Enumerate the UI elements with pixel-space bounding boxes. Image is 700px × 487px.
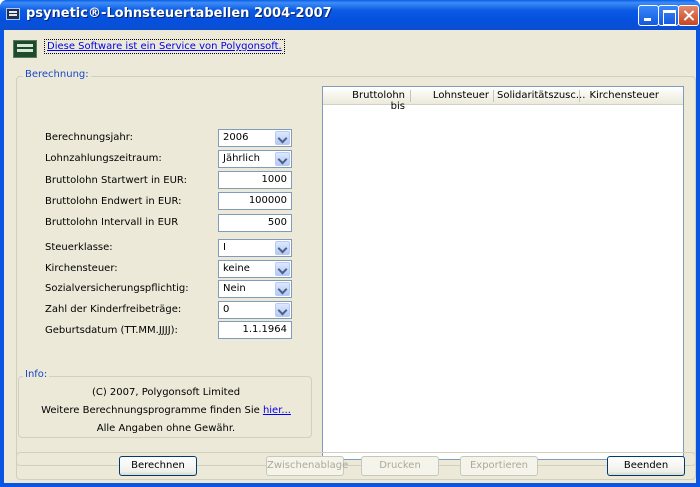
berechnen-button[interactable]: Berechnen (119, 456, 197, 476)
intervall-input[interactable]: 500 (218, 214, 292, 232)
kinderfreibetraege-label: Zahl der Kinderfreibeträge: (45, 304, 182, 315)
startwert-input[interactable]: 1000 (218, 171, 292, 189)
copyright-text: (C) 2007, Polygonsoft Limited (91, 387, 241, 398)
sozialversicherung-label: Sozialversicherungspflichtig: (45, 283, 189, 294)
kinderfreibetraege-select[interactable]: 0 (218, 301, 292, 319)
endwert-input[interactable]: 100000 (218, 192, 292, 210)
drucken-button[interactable]: Drucken (361, 456, 439, 476)
exportieren-button[interactable]: Exportieren (460, 456, 538, 476)
results-table[interactable]: Bruttolohn bis Lohnsteuer Solidaritätszu… (322, 86, 684, 460)
intervall-label: Bruttolohn Intervall in EUR (45, 217, 179, 228)
info-group: Info: (C) 2007, Polygonsoft Limited Weit… (18, 369, 313, 438)
app-icon (6, 8, 20, 20)
minimize-button[interactable] (638, 5, 659, 26)
geburtsdatum-input[interactable]: 1.1.1964 (218, 321, 292, 339)
berechnungsjahr-label: Berechnungsjahr: (45, 132, 134, 143)
startwert-label: Bruttolohn Startwert in EUR: (45, 175, 187, 186)
steuerklasse-select[interactable]: I (218, 239, 292, 257)
app-window: psynetic®-Lohnsteuertabellen 2004-2007 D… (0, 0, 700, 487)
beenden-button[interactable]: Beenden (607, 456, 685, 476)
client-area: Diese Software ist ein Service von Polyg… (4, 30, 696, 483)
chevron-down-icon[interactable] (275, 131, 290, 145)
column-lohnsteuer[interactable]: Lohnsteuer (417, 90, 489, 101)
chevron-down-icon[interactable] (275, 152, 290, 166)
column-divider[interactable] (579, 90, 580, 102)
window-title: psynetic®-Lohnsteuertabellen 2004-2007 (26, 6, 332, 21)
berechnungsjahr-value: 2006 (223, 132, 249, 143)
chevron-down-icon[interactable] (275, 262, 290, 276)
berechnung-legend: Berechnung: (23, 69, 91, 80)
column-bruttolohn-bis[interactable]: Bruttolohn bis (335, 90, 405, 112)
service-link[interactable]: Diese Software ist ein Service von Polyg… (44, 39, 285, 54)
lohnzahlungszeitraum-label: Lohnzahlungszeitraum: (45, 153, 162, 164)
kinderfreibetraege-value: 0 (223, 304, 230, 315)
info-legend: Info: (23, 369, 50, 380)
endwert-label: Bruttolohn Endwert in EUR: (45, 196, 182, 207)
lohnzahlungszeitraum-value: Jährlich (223, 153, 260, 164)
sozialversicherung-select[interactable]: Nein (218, 280, 292, 298)
chevron-down-icon[interactable] (275, 303, 290, 317)
chevron-down-icon[interactable] (275, 282, 290, 296)
chevron-down-icon[interactable] (275, 241, 290, 255)
button-bar (16, 452, 696, 480)
close-button[interactable] (678, 5, 699, 26)
column-solidaritaetszuschlag[interactable]: Solidaritätszusc... (497, 90, 585, 101)
column-divider[interactable] (493, 90, 494, 102)
more-programs-link[interactable]: hier... (263, 405, 291, 416)
column-kirchensteuer[interactable]: Kirchensteuer (585, 90, 659, 101)
more-programs-prefix: Weitere Berechnungsprogramme finden Sie (41, 405, 260, 416)
zwischenablage-button[interactable]: Zwischenablage (266, 456, 348, 476)
berechnungsjahr-select[interactable]: 2006 (218, 129, 292, 147)
steuerklasse-value: I (223, 242, 226, 253)
maximize-button[interactable] (658, 5, 679, 26)
steuerklasse-label: Steuerklasse: (45, 242, 113, 253)
column-divider[interactable] (410, 90, 411, 102)
kirchensteuer-select[interactable]: keine (218, 260, 292, 278)
geburtsdatum-label: Geburtsdatum (TT.MM.JJJJ): (45, 325, 178, 336)
lohnzahlungszeitraum-select[interactable]: Jährlich (218, 150, 292, 168)
table-header: Bruttolohn bis Lohnsteuer Solidaritätszu… (323, 87, 683, 112)
sozialversicherung-value: Nein (223, 283, 246, 294)
title-bar[interactable]: psynetic®-Lohnsteuertabellen 2004-2007 (0, 0, 700, 30)
polygonsoft-logo-icon (13, 40, 37, 58)
kirchensteuer-label: Kirchensteuer: (45, 263, 118, 274)
disclaimer-text: Alle Angaben ohne Gewähr. (96, 423, 236, 434)
kirchensteuer-value: keine (223, 263, 250, 274)
more-programs-text: Weitere Berechnungsprogramme finden Sie … (19, 405, 313, 416)
